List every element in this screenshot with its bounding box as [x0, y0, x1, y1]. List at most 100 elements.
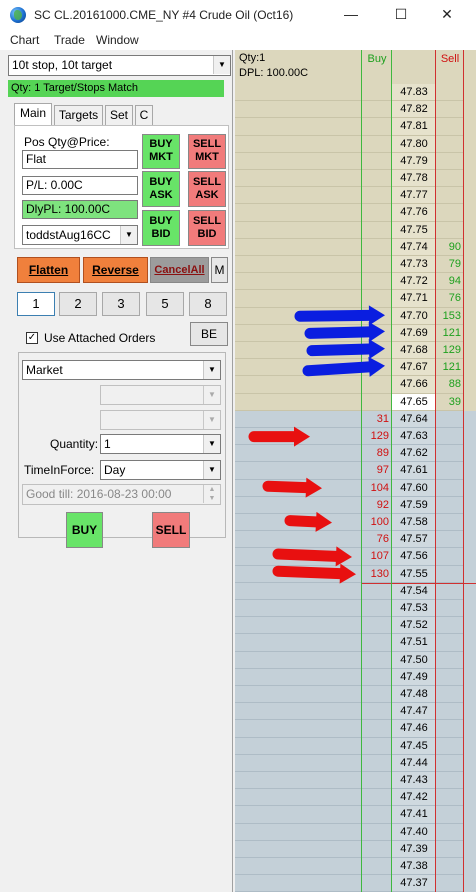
buy-qty-cell[interactable]: 104	[362, 479, 392, 497]
price-cell[interactable]: 47.76	[392, 204, 436, 222]
ladder-row[interactable]: 47.53	[235, 600, 476, 618]
sell-qty-cell[interactable]	[436, 101, 464, 119]
price-cell[interactable]: 47.41	[392, 806, 436, 824]
sell-mkt-button[interactable]: SELL MKT	[188, 134, 226, 169]
price-cell[interactable]: 47.42	[392, 789, 436, 807]
buy-qty-cell[interactable]: 130	[362, 565, 392, 583]
ladder-row[interactable]: 47.42	[235, 789, 476, 807]
sell-qty-cell[interactable]	[436, 496, 464, 514]
price-cell[interactable]: 47.57	[392, 531, 436, 549]
ladder-row[interactable]: 47.70 153	[235, 307, 476, 325]
sell-bid-button[interactable]: SELL BID	[188, 210, 226, 246]
buy-qty-cell[interactable]	[362, 668, 392, 686]
ladder-row[interactable]: 76 47.57	[235, 531, 476, 549]
sell-qty-cell[interactable]	[436, 840, 464, 858]
price-cell[interactable]: 47.73	[392, 256, 436, 274]
menu-chart[interactable]: Chart	[10, 33, 39, 47]
breakeven-button[interactable]: BE	[190, 322, 228, 346]
sell-qty-cell[interactable]	[436, 479, 464, 497]
price-cell[interactable]: 47.45	[392, 737, 436, 755]
chevron-down-icon[interactable]: ▼	[203, 386, 220, 404]
buy-qty-cell[interactable]	[362, 342, 392, 360]
buy-qty-cell[interactable]: 107	[362, 548, 392, 566]
price-cell[interactable]: 47.74	[392, 238, 436, 256]
sell-qty-cell[interactable]	[436, 445, 464, 463]
ladder-row[interactable]: 89 47.62	[235, 445, 476, 463]
sell-qty-cell[interactable]: 129	[436, 342, 464, 360]
ladder-row[interactable]: 31 47.64	[235, 410, 476, 428]
price-cell[interactable]: 47.61	[392, 462, 436, 480]
price-cell[interactable]: 47.59	[392, 496, 436, 514]
ladder-row[interactable]: 47.66 88	[235, 376, 476, 394]
buy-bid-button[interactable]: BUY BID	[142, 210, 180, 246]
buy-qty-cell[interactable]: 76	[362, 531, 392, 549]
sell-qty-cell[interactable]	[436, 152, 464, 170]
buy-qty-cell[interactable]	[362, 600, 392, 618]
price-cell[interactable]: 47.70	[392, 307, 436, 325]
ladder-row[interactable]: 130 47.55	[235, 565, 476, 583]
sell-qty-cell[interactable]	[436, 204, 464, 222]
sell-qty-cell[interactable]: 90	[436, 238, 464, 256]
price-cell[interactable]: 47.65	[392, 393, 436, 411]
price-cell[interactable]: 47.68	[392, 342, 436, 360]
buy-qty-cell[interactable]	[362, 651, 392, 669]
buy-qty-cell[interactable]	[362, 875, 392, 892]
price-cell[interactable]: 47.81	[392, 118, 436, 136]
ladder-row[interactable]: 47.51	[235, 634, 476, 652]
buy-qty-cell[interactable]	[362, 101, 392, 119]
sell-qty-cell[interactable]	[436, 806, 464, 824]
sell-qty-cell[interactable]	[436, 531, 464, 549]
buy-qty-cell[interactable]	[362, 152, 392, 170]
buy-qty-cell[interactable]	[362, 686, 392, 704]
price-cell[interactable]: 47.43	[392, 772, 436, 790]
price-cell[interactable]: 47.75	[392, 221, 436, 239]
buy-qty-cell[interactable]: 31	[362, 410, 392, 428]
sell-qty-cell[interactable]	[436, 600, 464, 618]
sell-qty-cell[interactable]	[436, 221, 464, 239]
tab-main[interactable]: Main	[14, 103, 52, 125]
price-1-select[interactable]: ▼	[100, 385, 221, 405]
price-cell[interactable]: 47.80	[392, 135, 436, 153]
buy-qty-cell[interactable]	[362, 84, 392, 102]
sell-qty-cell[interactable]	[436, 428, 464, 446]
price-cell[interactable]: 47.52	[392, 617, 436, 635]
sell-qty-cell[interactable]	[436, 514, 464, 532]
ladder-row[interactable]: 47.39	[235, 840, 476, 858]
ladder-row[interactable]: 47.43	[235, 772, 476, 790]
cancel-all-button[interactable]: CancelAll	[150, 257, 209, 283]
buy-qty-cell[interactable]	[362, 806, 392, 824]
buy-qty-cell[interactable]	[362, 582, 392, 600]
price-cell[interactable]: 47.58	[392, 514, 436, 532]
sell-qty-cell[interactable]: 88	[436, 376, 464, 394]
buy-qty-cell[interactable]	[362, 737, 392, 755]
sell-qty-cell[interactable]	[436, 737, 464, 755]
sell-qty-cell[interactable]	[436, 858, 464, 876]
buy-qty-cell[interactable]	[362, 204, 392, 222]
buy-qty-cell[interactable]	[362, 273, 392, 291]
sell-qty-cell[interactable]	[436, 548, 464, 566]
price-cell[interactable]: 47.72	[392, 273, 436, 291]
chevron-down-icon[interactable]: ▼	[203, 411, 220, 429]
qty-button-8[interactable]: 8	[189, 292, 227, 316]
ladder-row[interactable]: 47.79	[235, 152, 476, 170]
sell-qty-cell[interactable]	[436, 703, 464, 721]
buy-qty-cell[interactable]	[362, 118, 392, 136]
price-cell[interactable]: 47.44	[392, 754, 436, 772]
ladder-row[interactable]: 47.73 79	[235, 256, 476, 274]
price-cell[interactable]: 47.55	[392, 565, 436, 583]
buy-qty-cell[interactable]	[362, 290, 392, 308]
sell-ask-button[interactable]: SELL ASK	[188, 171, 226, 207]
account-select[interactable]: toddstAug16CC ▼	[22, 225, 138, 245]
price-cell[interactable]: 47.53	[392, 600, 436, 618]
ladder-row[interactable]: 47.81	[235, 118, 476, 136]
price-cell[interactable]: 47.64	[392, 410, 436, 428]
price-cell[interactable]: 47.82	[392, 101, 436, 119]
use-attached-orders-checkbox[interactable]: ✓	[26, 332, 38, 344]
menu-trade[interactable]: Trade	[54, 33, 85, 47]
menu-window[interactable]: Window	[96, 33, 139, 47]
sell-qty-cell[interactable]: 39	[436, 393, 464, 411]
sell-qty-cell[interactable]	[436, 170, 464, 188]
sell-qty-cell[interactable]	[436, 651, 464, 669]
spinner-icon[interactable]: ▲ ▼	[203, 485, 220, 503]
qty-button-3[interactable]: 3	[102, 292, 140, 316]
